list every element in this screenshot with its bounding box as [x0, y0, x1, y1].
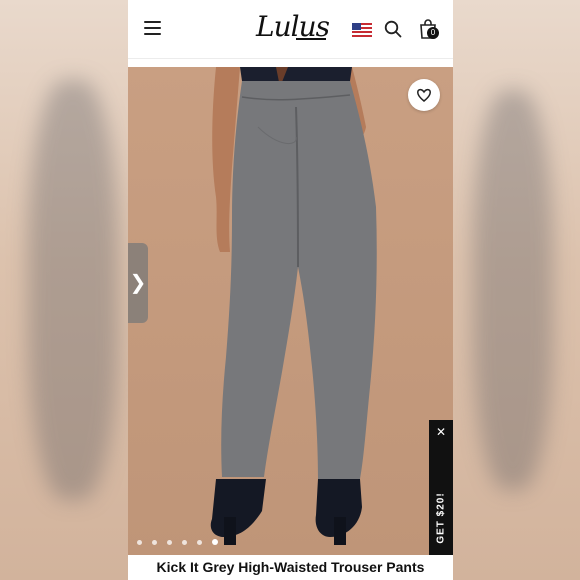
- us-flag-icon[interactable]: [352, 23, 372, 37]
- bag-count-badge: 0: [427, 27, 439, 39]
- site-header: Lulus 0: [128, 0, 453, 59]
- left-blurred-background: [0, 0, 128, 580]
- hamburger-menu-icon[interactable]: [144, 21, 161, 35]
- right-blurred-background: [453, 0, 580, 580]
- pagination-dot[interactable]: [182, 540, 187, 545]
- model-wearing-pants-image: [210, 67, 377, 545]
- pagination-dot[interactable]: [137, 540, 142, 545]
- pagination-dot-active[interactable]: [212, 539, 218, 545]
- product-title: Kick It Grey High-Waisted Trouser Pants: [128, 555, 453, 580]
- mobile-page: Lulus 0 ❯ ✕ GET $20! Kick It Grey High-W…: [128, 0, 453, 580]
- promo-label: GET $20!: [435, 492, 447, 544]
- promo-tab[interactable]: ✕ GET $20!: [429, 420, 453, 568]
- product-image[interactable]: ❯: [128, 67, 453, 555]
- pagination-dot[interactable]: [167, 540, 172, 545]
- next-image-button[interactable]: ❯: [128, 243, 148, 323]
- chevron-right-icon: ❯: [129, 272, 147, 294]
- site-logo[interactable]: Lulus: [256, 10, 330, 44]
- pagination-dot[interactable]: [152, 540, 157, 545]
- wishlist-button[interactable]: [408, 79, 440, 111]
- close-icon[interactable]: ✕: [436, 426, 446, 438]
- pagination-dot[interactable]: [197, 540, 202, 545]
- search-icon[interactable]: [384, 20, 402, 38]
- heart-icon: [417, 88, 431, 102]
